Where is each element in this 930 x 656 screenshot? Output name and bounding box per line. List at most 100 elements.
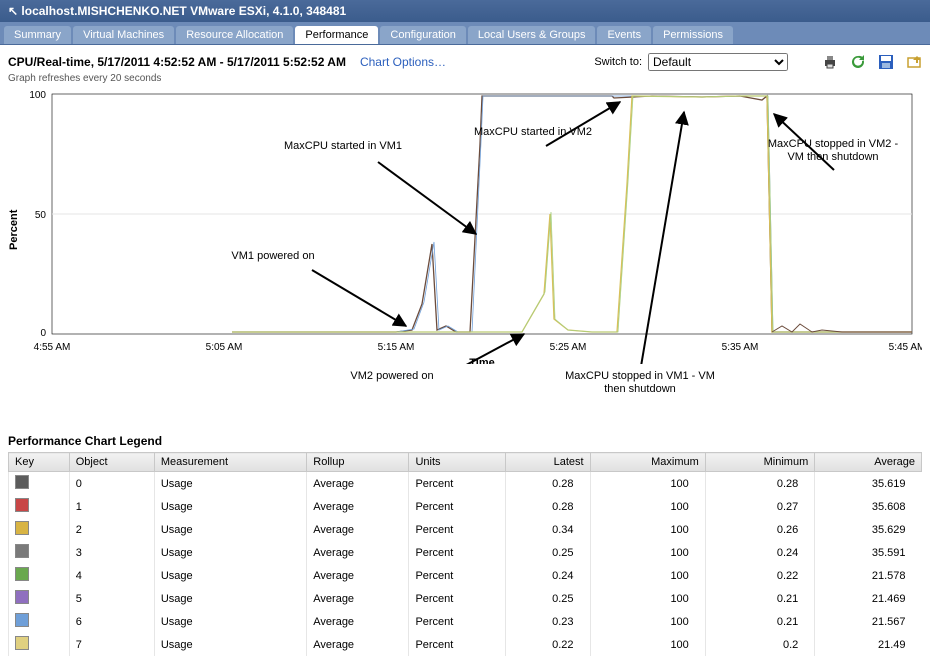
- annot-vm1-powered: VM1 powered on: [218, 250, 328, 263]
- cell-object: 5: [69, 587, 154, 610]
- annot-vm2-powered: VM2 powered on: [332, 370, 452, 383]
- table-row[interactable]: 3UsageAveragePercent0.251000.2435.591: [9, 541, 922, 564]
- cursor-icon: ↖: [8, 4, 18, 18]
- svg-text:50: 50: [35, 210, 47, 221]
- cell-rollup: Average: [307, 495, 409, 518]
- cell-minimum: 0.22: [705, 564, 814, 587]
- switch-select[interactable]: Default: [648, 53, 788, 71]
- refresh-icon[interactable]: [850, 54, 866, 70]
- cell-latest: 0.23: [506, 610, 590, 633]
- cell-object: 7: [69, 633, 154, 656]
- cell-minimum: 0.28: [705, 472, 814, 496]
- tab-local-users-groups[interactable]: Local Users & Groups: [468, 26, 596, 44]
- legend-col[interactable]: Units: [409, 453, 506, 472]
- cell-maximum: 100: [590, 541, 705, 564]
- svg-text:5:45 AM: 5:45 AM: [889, 342, 922, 353]
- cell-rollup: Average: [307, 610, 409, 633]
- cell-units: Percent: [409, 518, 506, 541]
- cell-measurement: Usage: [154, 495, 306, 518]
- cell-units: Percent: [409, 495, 506, 518]
- cell-units: Percent: [409, 633, 506, 656]
- annot-maxcpu-vm2: MaxCPU started in VM2: [468, 126, 598, 139]
- cell-rollup: Average: [307, 472, 409, 496]
- cell-latest: 0.24: [506, 564, 590, 587]
- table-row[interactable]: 6UsageAveragePercent0.231000.2121.567: [9, 610, 922, 633]
- legend-col[interactable]: Maximum: [590, 453, 705, 472]
- cell-minimum: 0.2: [705, 633, 814, 656]
- key-swatch: [15, 590, 29, 604]
- chart-svg: 100 50 0 4:55 AM 5:05 AM 5:15 AM 5:25 AM…: [8, 90, 922, 364]
- cell-units: Percent: [409, 587, 506, 610]
- cell-units: Percent: [409, 564, 506, 587]
- key-swatch: [15, 613, 29, 627]
- tab-configuration[interactable]: Configuration: [380, 26, 465, 44]
- export-icon[interactable]: [906, 54, 922, 70]
- tab-permissions[interactable]: Permissions: [653, 26, 733, 44]
- cell-object: 4: [69, 564, 154, 587]
- cell-average: 35.608: [815, 495, 922, 518]
- table-row[interactable]: 4UsageAveragePercent0.241000.2221.578: [9, 564, 922, 587]
- window-title: localhost.MISHCHENKO.NET VMware ESXi, 4.…: [21, 4, 346, 18]
- cell-minimum: 0.27: [705, 495, 814, 518]
- cell-rollup: Average: [307, 633, 409, 656]
- cell-rollup: Average: [307, 541, 409, 564]
- cell-measurement: Usage: [154, 472, 306, 496]
- tab-events[interactable]: Events: [597, 26, 651, 44]
- table-row[interactable]: 7UsageAveragePercent0.221000.221.49: [9, 633, 922, 656]
- svg-text:5:35 AM: 5:35 AM: [722, 342, 759, 353]
- cell-average: 35.619: [815, 472, 922, 496]
- svg-text:5:05 AM: 5:05 AM: [206, 342, 243, 353]
- tab-performance[interactable]: Performance: [295, 26, 378, 44]
- key-swatch: [15, 636, 29, 650]
- legend-col[interactable]: Measurement: [154, 453, 306, 472]
- svg-text:0: 0: [40, 328, 46, 339]
- legend-table: KeyObjectMeasurementRollupUnitsLatestMax…: [8, 452, 922, 656]
- cell-minimum: 0.24: [705, 541, 814, 564]
- tab-resource-allocation[interactable]: Resource Allocation: [176, 26, 293, 44]
- cell-maximum: 100: [590, 472, 705, 496]
- legend-col[interactable]: Key: [9, 453, 70, 472]
- legend-col[interactable]: Latest: [506, 453, 590, 472]
- key-swatch: [15, 521, 29, 535]
- cell-latest: 0.22: [506, 633, 590, 656]
- table-row[interactable]: 5UsageAveragePercent0.251000.2121.469: [9, 587, 922, 610]
- print-icon[interactable]: [822, 54, 838, 70]
- chart-options-link[interactable]: Chart Options…: [360, 55, 446, 69]
- cell-units: Percent: [409, 472, 506, 496]
- cell-units: Percent: [409, 610, 506, 633]
- cell-maximum: 100: [590, 564, 705, 587]
- cell-measurement: Usage: [154, 518, 306, 541]
- table-row[interactable]: 1UsageAveragePercent0.281000.2735.608: [9, 495, 922, 518]
- cell-units: Percent: [409, 541, 506, 564]
- legend-col[interactable]: Average: [815, 453, 922, 472]
- tab-summary[interactable]: Summary: [4, 26, 71, 44]
- svg-text:5:25 AM: 5:25 AM: [550, 342, 587, 353]
- cell-measurement: Usage: [154, 564, 306, 587]
- cell-latest: 0.28: [506, 495, 590, 518]
- cell-latest: 0.25: [506, 541, 590, 564]
- svg-text:4:55 AM: 4:55 AM: [34, 342, 71, 353]
- table-row[interactable]: 2UsageAveragePercent0.341000.2635.629: [9, 518, 922, 541]
- cell-latest: 0.25: [506, 587, 590, 610]
- tab-virtual-machines[interactable]: Virtual Machines: [73, 26, 174, 44]
- cell-maximum: 100: [590, 587, 705, 610]
- cell-maximum: 100: [590, 518, 705, 541]
- cell-object: 1: [69, 495, 154, 518]
- cell-average: 35.591: [815, 541, 922, 564]
- svg-text:5:15 AM: 5:15 AM: [378, 342, 415, 353]
- cell-average: 21.578: [815, 564, 922, 587]
- cell-average: 35.629: [815, 518, 922, 541]
- cell-minimum: 0.21: [705, 587, 814, 610]
- annot-stop-vm2: MaxCPU stopped in VM2 - VM then shutdown: [763, 138, 903, 164]
- key-swatch: [15, 567, 29, 581]
- legend-col[interactable]: Minimum: [705, 453, 814, 472]
- table-row[interactable]: 0UsageAveragePercent0.281000.2835.619: [9, 472, 922, 496]
- cell-measurement: Usage: [154, 587, 306, 610]
- legend-col[interactable]: Rollup: [307, 453, 409, 472]
- tab-row: SummaryVirtual MachinesResource Allocati…: [0, 22, 930, 45]
- cell-average: 21.469: [815, 587, 922, 610]
- y-axis-label: Percent: [8, 210, 20, 250]
- save-icon[interactable]: [878, 54, 894, 70]
- cell-maximum: 100: [590, 633, 705, 656]
- legend-col[interactable]: Object: [69, 453, 154, 472]
